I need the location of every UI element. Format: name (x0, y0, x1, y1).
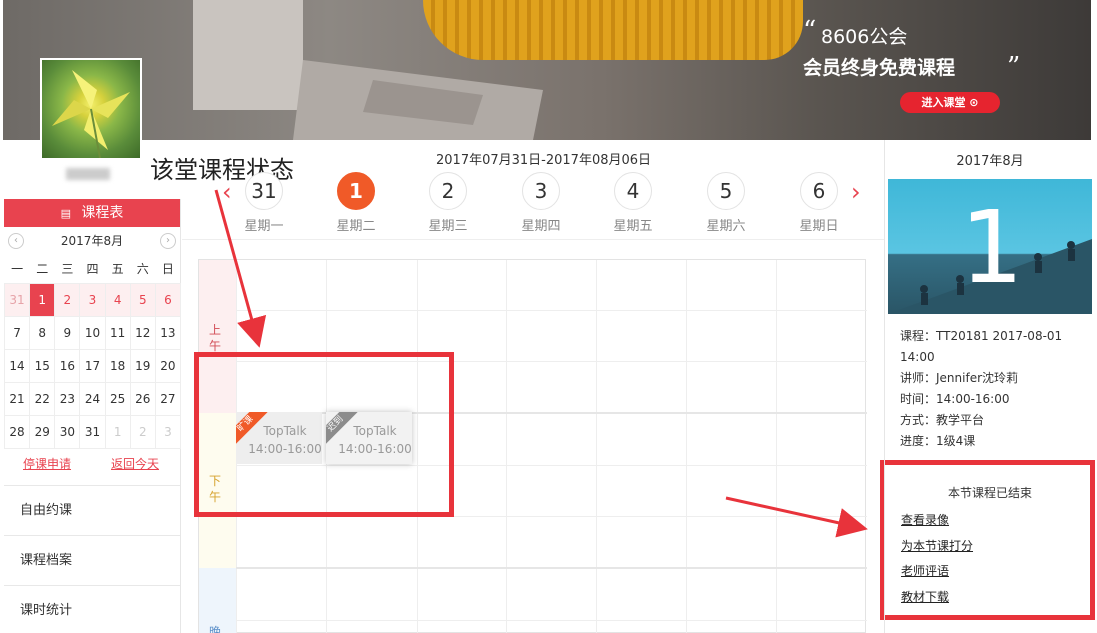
info-time: 时间：14:00-16:00 (900, 392, 1010, 406)
arrow-to-grid (214, 189, 267, 348)
download-materials-link[interactable]: 教材下载 (901, 585, 973, 611)
info-course: 课程：TT20181 2017-08-01 14:00 (900, 329, 1063, 364)
info-teacher: 讲师：Jennifer沈玲莉 (900, 371, 1019, 385)
view-recording-link[interactable]: 查看录像 (901, 508, 973, 534)
course-status: 本节课程已结束 (947, 486, 1032, 500)
course-actions: 查看录像 为本节课打分 老师评语 教材下载 (901, 508, 973, 610)
arrow-to-panel (725, 496, 868, 538)
teacher-comments-link[interactable]: 老师评语 (901, 559, 973, 585)
panel-month: 2017年8月 (956, 154, 1024, 169)
rate-course-link[interactable]: 为本节课打分 (901, 534, 973, 560)
course-detail-panel: 2017年8月 1 课程：TT20181 2017-08-01 14:00 讲师… (884, 140, 1097, 633)
course-info: 课程：TT20181 2017-08-01 14:00 讲师：Jennifer沈… (900, 326, 1090, 452)
panel-big-day: 1 (960, 189, 1024, 306)
panel-day-image: 1 (888, 179, 1092, 314)
info-mode: 方式：教学平台 (900, 413, 985, 427)
info-progress: 进度：1级4课 (900, 434, 976, 448)
